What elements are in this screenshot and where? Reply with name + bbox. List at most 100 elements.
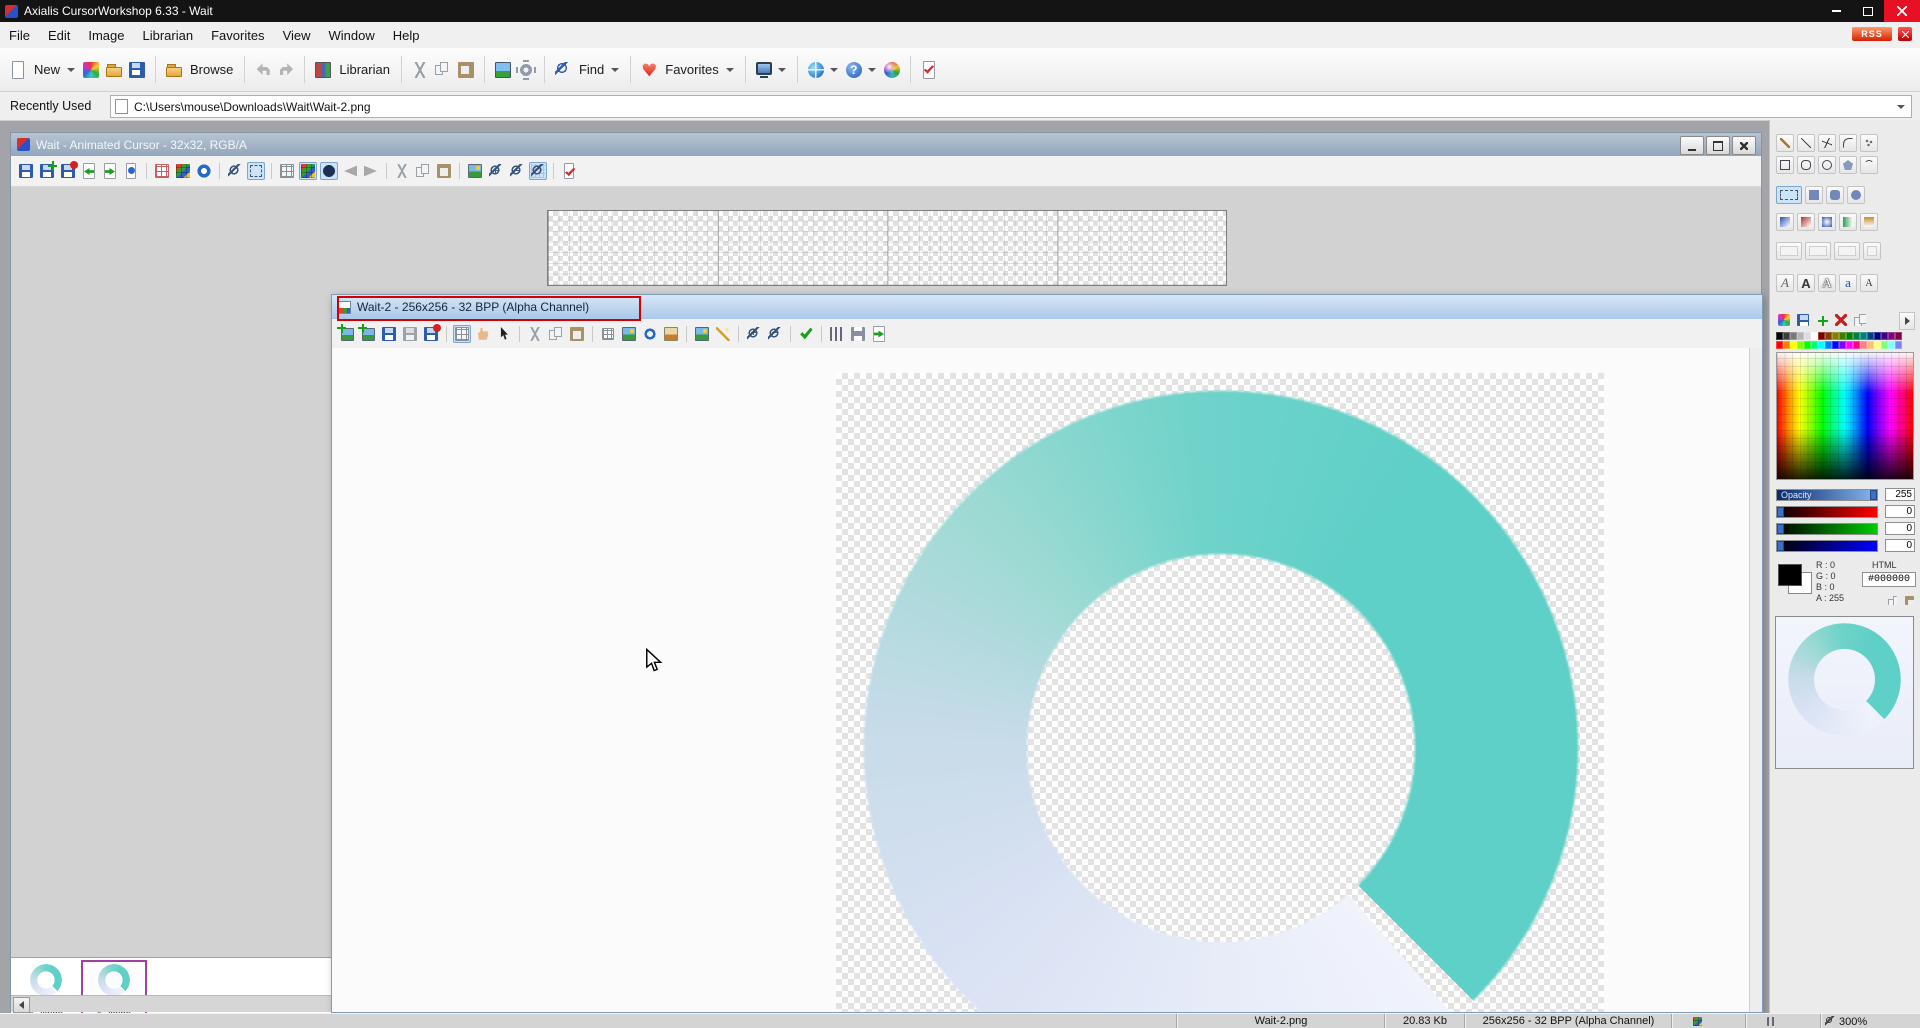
save-frame-add-button[interactable] (38, 162, 56, 180)
magic-wand-button[interactable] (714, 325, 732, 343)
duplicate-image-button[interactable] (359, 325, 377, 343)
gradient-fill-button-5[interactable] (1860, 213, 1878, 231)
palette-swatch[interactable] (1874, 341, 1881, 349)
palette-menu-button[interactable] (1776, 312, 1792, 328)
palette-swatch[interactable] (1867, 341, 1874, 349)
hand-tool-button[interactable] (474, 325, 492, 343)
polygon-tool-button[interactable] (1839, 156, 1857, 174)
filled-ellipse-tool-button[interactable] (1847, 186, 1865, 204)
find-button[interactable]: Find (579, 62, 604, 77)
menu-file[interactable]: File (0, 23, 39, 48)
grid-toggle-button[interactable] (453, 325, 471, 343)
palette-swatch[interactable] (1846, 332, 1853, 340)
gradient-fill-button-4[interactable] (1839, 213, 1857, 231)
palette-swatch[interactable] (1888, 341, 1895, 349)
pencil-tool-button[interactable] (1776, 134, 1794, 152)
frame-format-button[interactable] (174, 162, 192, 180)
palette-swatch[interactable] (1818, 341, 1825, 349)
palette-swatch[interactable] (1832, 341, 1839, 349)
green-slider-thumb[interactable] (1777, 524, 1784, 534)
rounded-rect-tool-button[interactable] (1797, 156, 1815, 174)
find-dropdown-icon[interactable] (611, 68, 619, 76)
zoom-in-button[interactable] (487, 162, 505, 180)
validate-button[interactable] (919, 60, 939, 80)
remove-frame-button[interactable] (153, 162, 171, 180)
rss-badge[interactable]: RSS (1852, 27, 1892, 41)
transparent-image-area[interactable] (836, 373, 1604, 1012)
blue-slider[interactable] (1776, 540, 1878, 552)
filled-rect-tool-button[interactable] (1805, 186, 1823, 204)
new-icon[interactable] (8, 60, 28, 80)
palette-swatch[interactable] (1853, 341, 1860, 349)
opacity-value[interactable]: 255 (1885, 488, 1915, 501)
export-frame-button[interactable] (101, 162, 119, 180)
menu-image[interactable]: Image (79, 23, 133, 48)
save-button[interactable] (127, 60, 147, 80)
polyline-tool-button[interactable] (1818, 134, 1836, 152)
copy-button[interactable] (547, 325, 565, 343)
style-button-4[interactable] (1863, 242, 1881, 260)
palette-swatch[interactable] (1832, 332, 1839, 340)
checker-toggle-button[interactable] (299, 162, 317, 180)
menu-window[interactable]: Window (320, 23, 384, 48)
palette-swatch[interactable] (1881, 341, 1888, 349)
palette-swatch[interactable] (1797, 341, 1804, 349)
palette-save-button[interactable] (1795, 312, 1811, 328)
save-button[interactable] (17, 162, 35, 180)
palette-swatch[interactable] (1881, 332, 1888, 340)
palette-swatch[interactable] (1804, 341, 1811, 349)
browse-button[interactable]: Browse (190, 62, 233, 77)
paste-button[interactable] (568, 325, 586, 343)
cut-button[interactable] (393, 162, 411, 180)
export-button[interactable] (870, 325, 888, 343)
palette-swatch[interactable] (1776, 332, 1783, 340)
color-depth-button[interactable] (466, 162, 484, 180)
palette-swatch[interactable] (1895, 332, 1902, 340)
copy-button[interactable] (433, 60, 453, 80)
online-button[interactable] (882, 60, 902, 80)
gradient-fill-button-1[interactable] (1776, 213, 1794, 231)
selection-tool-button[interactable] (247, 162, 265, 180)
undo-button[interactable] (253, 60, 273, 80)
print-button[interactable] (849, 325, 867, 343)
minimize-button[interactable] (1820, 0, 1852, 22)
combo-dropdown-icon[interactable] (1892, 98, 1909, 115)
browse-icon[interactable] (164, 60, 184, 80)
help-button[interactable] (844, 60, 864, 80)
next-frame-button[interactable] (362, 162, 380, 180)
window2-titlebar[interactable]: Wait-2 - 256x256 - 32 BPP (Alpha Channel… (332, 295, 1762, 319)
ellipse-tool-button[interactable] (1818, 156, 1836, 174)
palette-swatch[interactable] (1825, 341, 1832, 349)
palette-swatch[interactable] (1867, 332, 1874, 340)
new-from-image-button[interactable] (81, 60, 101, 80)
opacity-slider[interactable]: Opacity (1776, 489, 1878, 501)
zoom-select-button[interactable] (226, 162, 244, 180)
palette-next-icon[interactable] (1899, 312, 1915, 330)
options-button[interactable] (516, 60, 536, 80)
export-image-button[interactable] (422, 325, 440, 343)
new-button[interactable]: New (34, 62, 60, 77)
librarian-button[interactable]: Librarian (339, 62, 390, 77)
open-button[interactable] (104, 60, 124, 80)
palette-swatch[interactable] (1811, 341, 1818, 349)
zoom-in-button[interactable] (745, 325, 763, 343)
text-tool-bold-icon[interactable] (1797, 274, 1815, 292)
filled-rounded-rect-tool-button[interactable] (1826, 186, 1844, 204)
vertical-scrollbar[interactable] (1749, 348, 1762, 1012)
zoom-out-button[interactable] (508, 162, 526, 180)
paste-color-button[interactable] (1903, 594, 1916, 607)
menu-librarian[interactable]: Librarian (134, 23, 203, 48)
palette-swatch[interactable] (1860, 341, 1867, 349)
arc-tool-button[interactable] (1860, 156, 1878, 174)
color-gradient-field[interactable] (1776, 352, 1914, 480)
frame-strip-editor[interactable] (547, 210, 1227, 286)
import-frame-button[interactable] (80, 162, 98, 180)
zoom-fit-button[interactable] (529, 162, 547, 180)
rss-close-icon[interactable] (1898, 27, 1912, 41)
scroll-left-button[interactable] (13, 997, 30, 1013)
gradient-fill-button-3[interactable] (1818, 213, 1836, 231)
palette-swatch[interactable] (1783, 332, 1790, 340)
palette-swatch[interactable] (1853, 332, 1860, 340)
text-tool-outline-icon[interactable] (1818, 274, 1836, 292)
html-color-value[interactable]: #000000 (1862, 572, 1916, 587)
